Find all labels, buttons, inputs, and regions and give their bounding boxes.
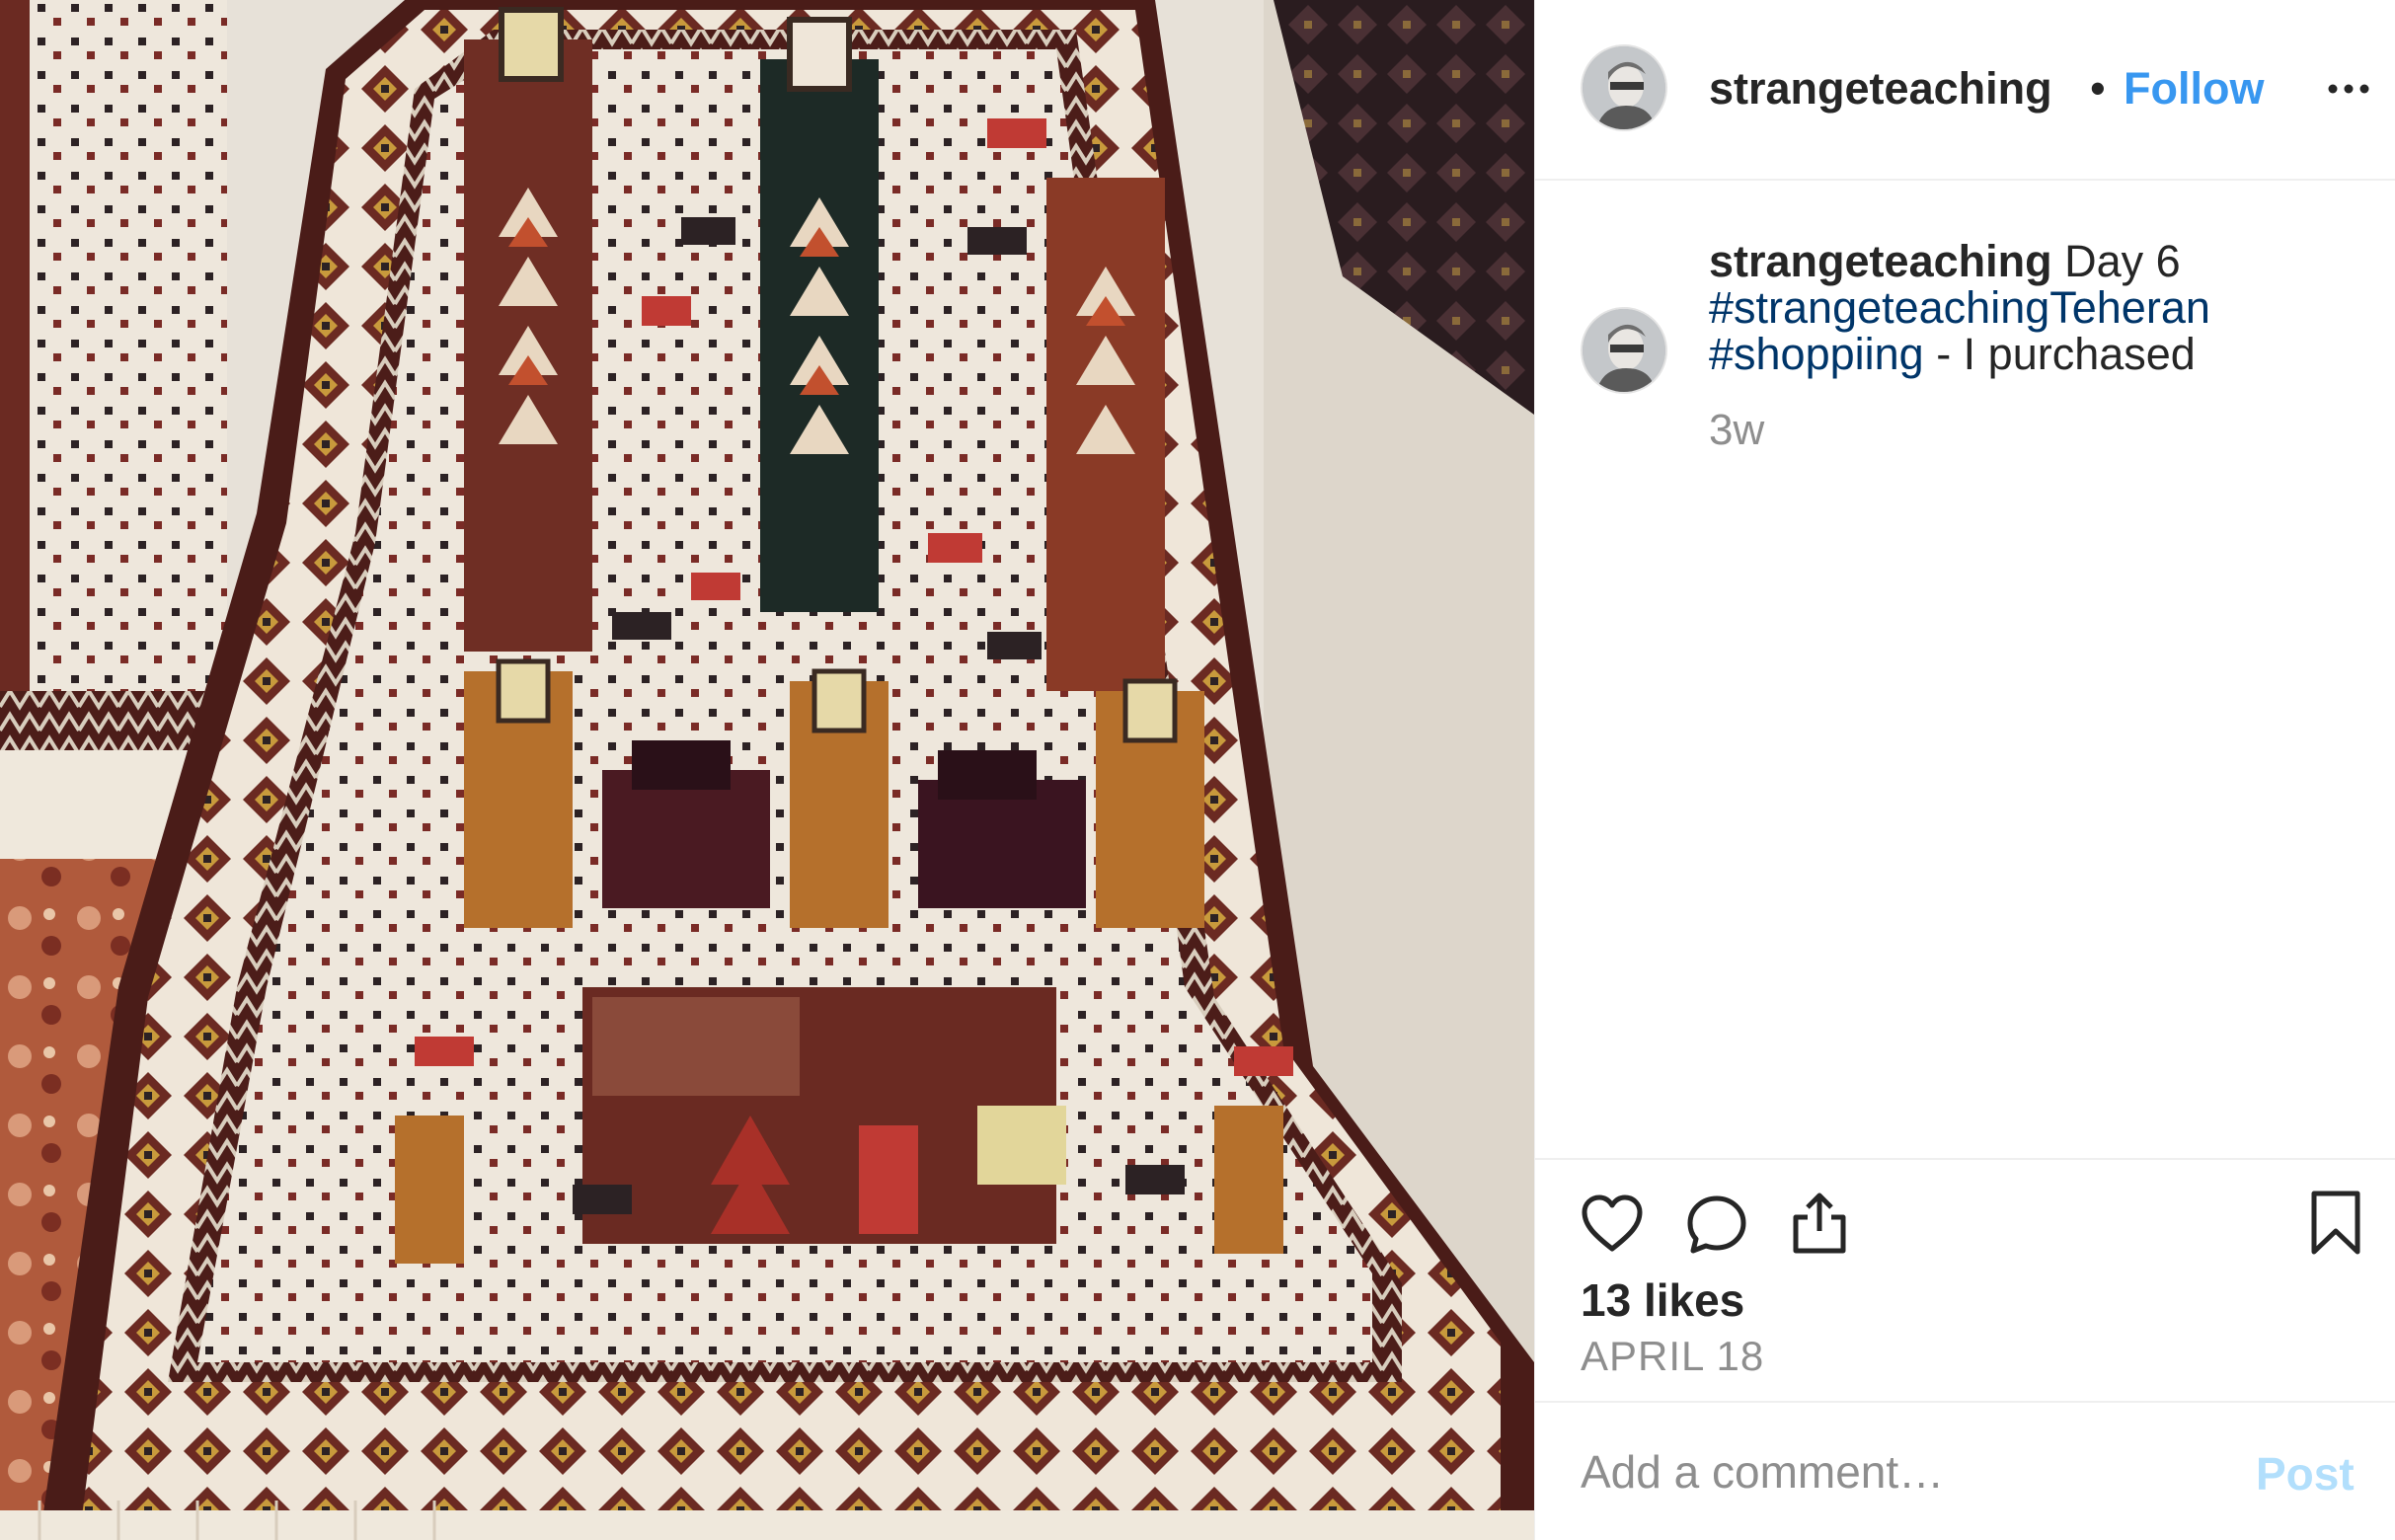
post-actions: 13 likes APRIL 18 (1535, 1158, 2395, 1401)
caption-text: - I purchased (1923, 329, 2196, 379)
hashtag-link[interactable]: #strangeteachingTeheran (1709, 282, 2210, 333)
comment-icon[interactable] (1685, 1194, 1748, 1255)
post-photo[interactable] (0, 0, 1534, 1540)
bookmark-icon[interactable] (2309, 1190, 2362, 1257)
post-sidebar: strangeteaching • Follow strangeteaching… (1534, 0, 2395, 1540)
post-container: strangeteaching • Follow strangeteaching… (0, 0, 2395, 1540)
comments-section: strangeteaching Day 6 #strangeteachingTe… (1535, 181, 2395, 1158)
hashtag-link[interactable]: #shoppiing (1709, 329, 1924, 379)
likes-count[interactable]: 13 likes (1581, 1272, 1744, 1328)
author-username[interactable]: strangeteaching (1709, 61, 2080, 116)
post-comment-button[interactable]: Post (2256, 1446, 2355, 1502)
post-caption: strangeteaching Day 6 #strangeteachingTe… (1709, 238, 2360, 377)
caption-username[interactable]: strangeteaching (1709, 236, 2052, 286)
post-header: strangeteaching • Follow (1535, 0, 2395, 181)
heart-icon[interactable] (1581, 1194, 1644, 1253)
comment-input[interactable] (1581, 1430, 2232, 1513)
rug-illustration (0, 0, 1534, 1540)
avatar-icon (1583, 309, 1665, 392)
avatar-icon (1583, 46, 1665, 129)
more-options-icon[interactable] (2325, 77, 2372, 101)
separator-dot: • (2090, 63, 2106, 114)
caption-text: Day 6 (2051, 236, 2181, 286)
follow-button[interactable]: Follow (2124, 61, 2264, 116)
share-icon[interactable] (1788, 1190, 1851, 1255)
caption-timestamp[interactable]: 3w (1709, 406, 1764, 455)
add-comment-bar: Post (1535, 1401, 2395, 1540)
post-date[interactable]: APRIL 18 (1581, 1332, 1764, 1381)
caption-avatar[interactable] (1581, 307, 1667, 394)
author-avatar[interactable] (1581, 44, 1667, 131)
